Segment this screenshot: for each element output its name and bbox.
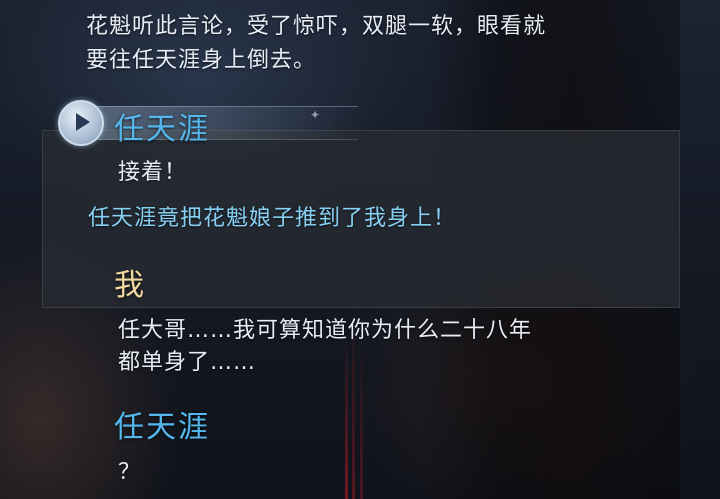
speaker-name: 我 (114, 268, 144, 303)
dialogue-text: 都单身了…… (118, 350, 257, 375)
speaker-name: 任天涯 (114, 112, 210, 147)
play-icon[interactable] (58, 100, 104, 146)
dialogue-text: 任大哥……我可算知道你为什么二十八年 (118, 318, 533, 343)
red-tassel (360, 340, 363, 499)
narration-line: 任天涯竟把花魁娘子推到了我身上！ (88, 206, 457, 231)
red-tassel (345, 330, 348, 499)
narration-line: 花魁听此言论，受了惊吓，双腿一软，眼看就 (86, 14, 547, 39)
star-icon: ✦ (310, 108, 321, 122)
dialogue-text: 接着！ (118, 160, 188, 185)
speaker-name: 任天涯 (114, 410, 210, 445)
narration-line: 要往任天涯身上倒去。 (86, 48, 317, 73)
dialogue-text: ？ (118, 460, 142, 485)
